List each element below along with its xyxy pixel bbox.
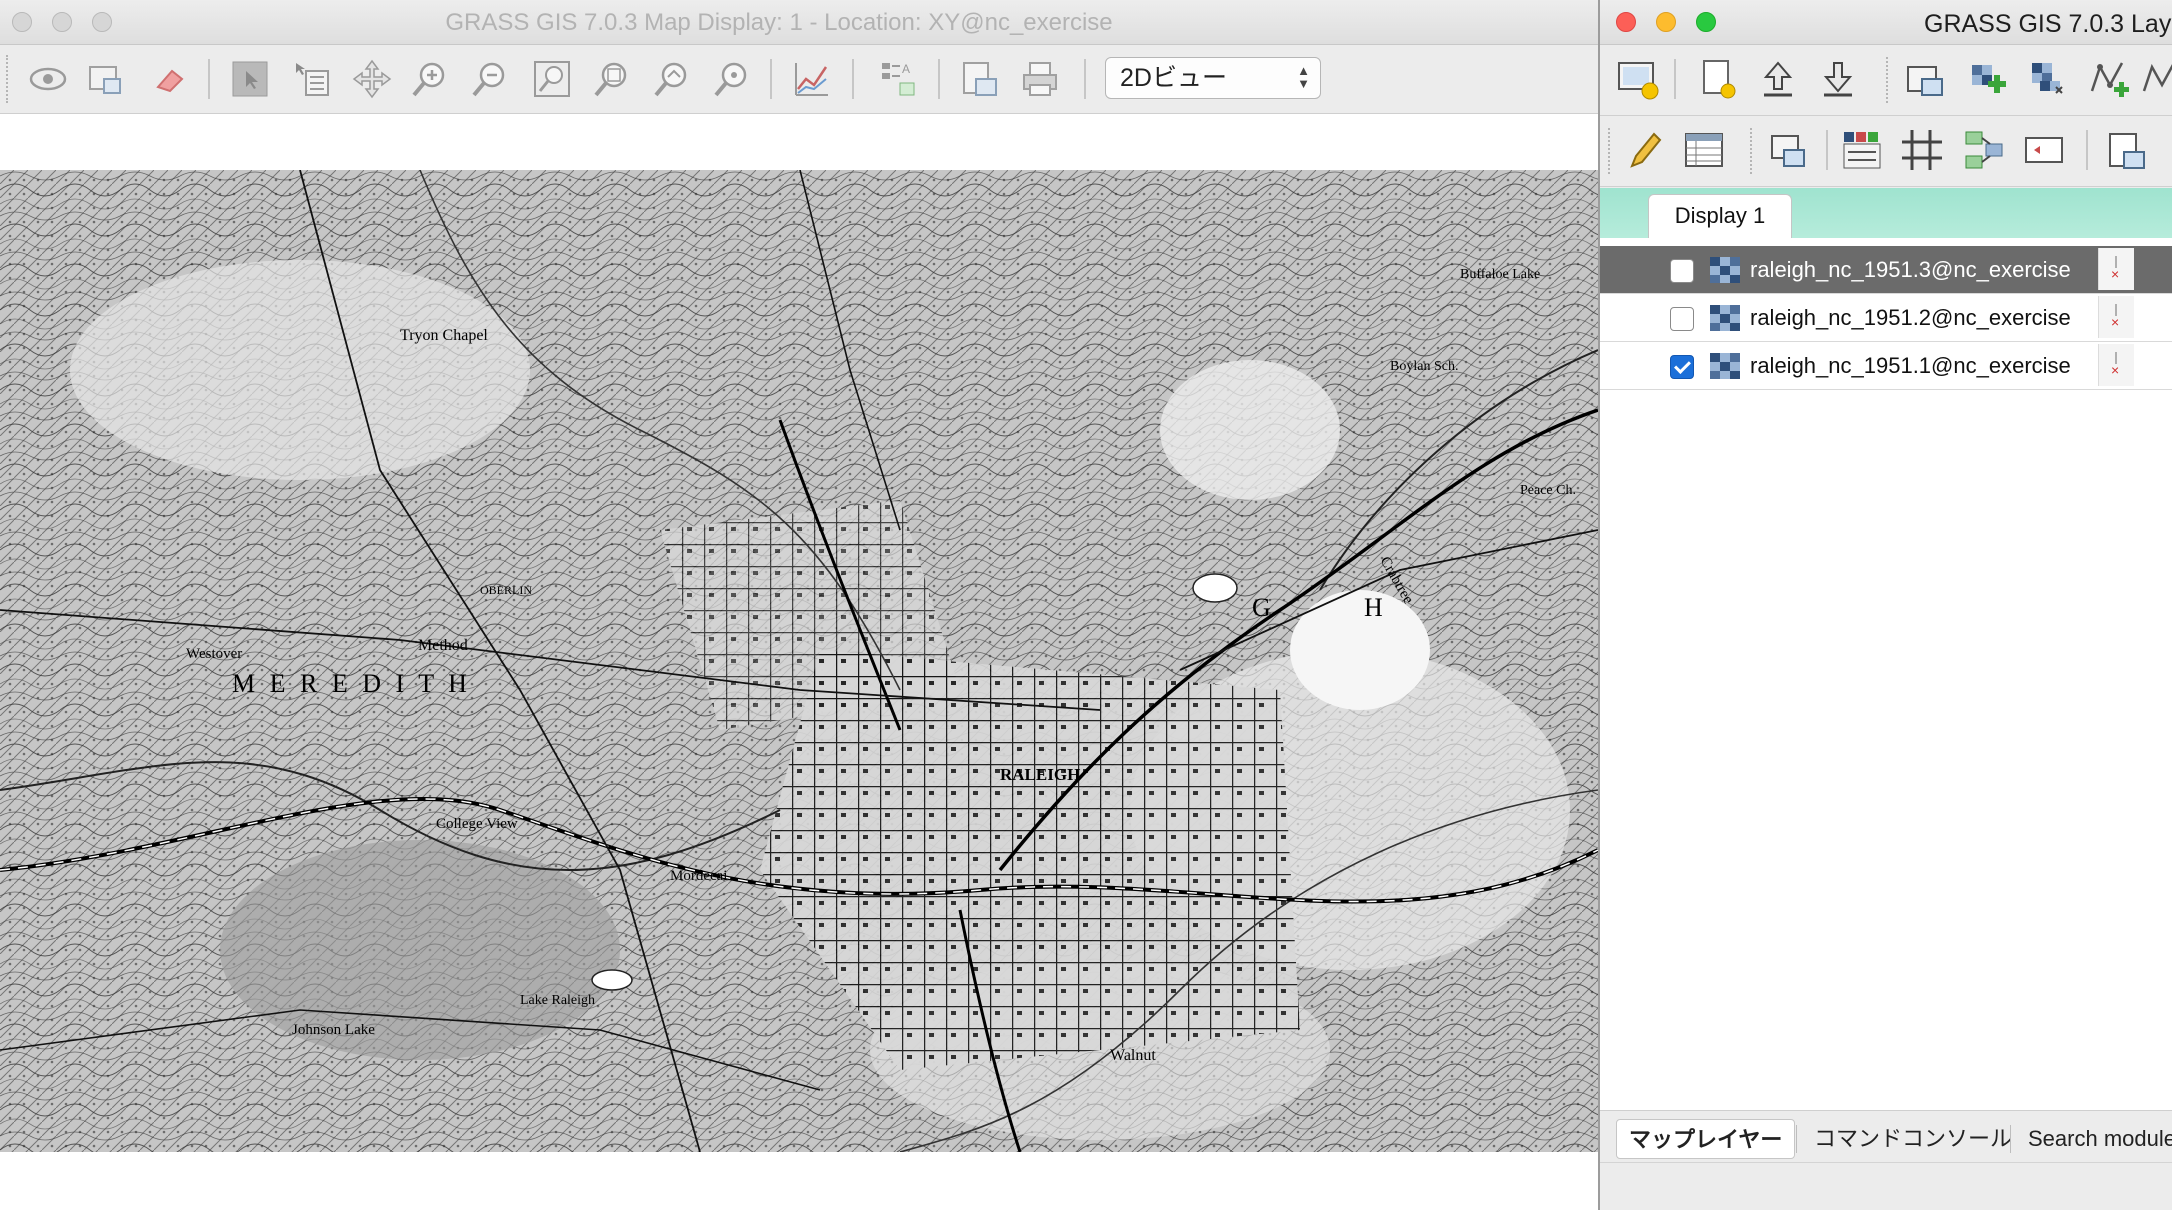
map-label-lake-raleigh: Lake Raleigh (520, 993, 595, 1008)
layer-tree: raleigh_nc_1951.3@nc_exercise raleigh_nc… (1600, 238, 2172, 1110)
map-label-westover: Westover (186, 646, 242, 662)
add-raster-misc-icon[interactable] (2026, 57, 2070, 101)
layer-manager-titlebar: GRASS GIS 7.0.3 Layer Manager (1600, 0, 2172, 45)
map-label-peace-ch: Peace Ch. (1520, 483, 1576, 498)
toolbar-grip[interactable] (1750, 128, 1756, 174)
raster-layer-icon (1710, 353, 1740, 379)
layer-options-icon[interactable] (2098, 296, 2134, 338)
layer-options-icon[interactable] (2098, 248, 2134, 290)
graphical-modeler-icon[interactable] (1962, 128, 2006, 172)
print-icon[interactable] (1018, 57, 1062, 101)
map-label-johnson-lake: Johnson Lake (292, 1022, 375, 1038)
zoom-out-icon[interactable] (468, 57, 512, 101)
topographic-map: M E R E D I T H G H Tryon Chapel Method … (0, 170, 1598, 1152)
map-label-g: G (1252, 593, 1271, 622)
save-image-icon[interactable] (958, 57, 1002, 101)
layer-options-icon[interactable] (2098, 344, 2134, 386)
add-raster-icon[interactable] (1966, 57, 2010, 101)
layer-visibility-checkbox[interactable] (1670, 307, 1694, 331)
window-title: GRASS GIS 7.0.3 Layer Manager (1924, 10, 2172, 38)
grid-icon[interactable] (1900, 128, 1944, 172)
zoom-button[interactable] (1696, 12, 1716, 32)
cartographic-composer-icon[interactable] (2104, 128, 2148, 172)
pointer-icon[interactable] (228, 57, 272, 101)
erase-icon[interactable] (148, 57, 192, 101)
display-map-icon[interactable] (26, 57, 70, 101)
new-workspace-icon[interactable] (1696, 57, 1740, 101)
window-title: GRASS GIS 7.0.3 Map Display: 1 - Locatio… (445, 9, 1113, 36)
zoom-back-icon[interactable] (590, 57, 634, 101)
layer-row[interactable]: raleigh_nc_1951.3@nc_exercise (1600, 246, 2172, 294)
toolbar-grip[interactable] (6, 55, 12, 103)
map-label-raleigh: RALEIGH (1000, 765, 1080, 784)
new-display-icon[interactable] (1616, 57, 1660, 101)
layer-manager-tabs: マップレイヤー コマンドコンソール Search modules (1600, 1110, 2172, 1163)
analyze-icon[interactable] (790, 57, 834, 101)
map-statusbar (0, 1152, 1598, 1210)
layer-visibility-checkbox[interactable] (1670, 259, 1694, 283)
svg-text:A: A (902, 62, 910, 76)
map-toolbar: A 2Dビュー ▲ ▼ (0, 45, 1598, 114)
layer-toolbar-1 (1600, 45, 2172, 116)
zoom-region-icon[interactable] (710, 57, 754, 101)
save-workspace-icon[interactable] (1816, 57, 1860, 101)
toolbar-grip[interactable] (1608, 128, 1614, 174)
toolbar-grip[interactable] (1886, 57, 1892, 103)
open-workspace-icon[interactable] (1756, 57, 1800, 101)
map-label-tryon-chapel: Tryon Chapel (400, 327, 488, 344)
map-label-mordecai: Mordecai (670, 868, 727, 884)
map-display-titlebar: GRASS GIS 7.0.3 Map Display: 1 - Locatio… (0, 0, 1598, 45)
map-label-walnut: Walnut (1110, 1047, 1156, 1064)
add-map-layers-icon[interactable] (1904, 57, 1948, 101)
layer-row[interactable]: raleigh_nc_1951.2@nc_exercise (1600, 294, 2172, 342)
raster-layer-icon (1710, 305, 1740, 331)
overlay-icon[interactable]: A (876, 57, 920, 101)
tab-search-modules[interactable]: Search modules (2016, 1119, 2172, 1159)
tab-map-layers[interactable]: マップレイヤー (1616, 1119, 1796, 1159)
map-label-buffaloe-lake: Buffaloe Lake (1460, 267, 1540, 282)
add-vector-misc-icon[interactable] (2140, 57, 2172, 101)
minimize-button[interactable] (1656, 12, 1676, 32)
map-label-method: Method (418, 637, 468, 654)
tab-display-1[interactable]: Display 1 (1648, 194, 1792, 238)
layer-visibility-checkbox[interactable] (1670, 355, 1694, 379)
raster-map-calculator-icon[interactable] (1840, 128, 1884, 172)
map-label-boylan-sch: Boylan Sch. (1390, 359, 1458, 374)
render-map-icon[interactable] (84, 57, 128, 101)
georectify-icon[interactable] (1766, 128, 1810, 172)
edit-vector-icon[interactable] (1622, 128, 1666, 172)
map-label-meredith: M E R E D I T H (232, 669, 471, 698)
python-shell-icon[interactable] (2022, 128, 2066, 172)
attribute-table-icon[interactable] (1682, 128, 1726, 172)
map-canvas[interactable]: M E R E D I T H G H Tryon Chapel Method … (0, 170, 1598, 1152)
layer-row[interactable]: raleigh_nc_1951.1@nc_exercise (1600, 342, 2172, 390)
raster-layer-icon (1710, 257, 1740, 283)
query-icon[interactable] (290, 57, 334, 101)
layer-toolbar-2 (1600, 116, 2172, 187)
layer-manager-statusbar (1600, 1162, 2172, 1210)
zoom-in-icon[interactable] (408, 57, 452, 101)
layer-name: raleigh_nc_1951.2@nc_exercise (1750, 305, 2071, 330)
view-mode-value: 2Dビュー (1120, 64, 1227, 92)
zoom-menu-icon[interactable] (650, 57, 694, 101)
map-label-college-view: College View (436, 816, 518, 832)
layer-name: raleigh_nc_1951.3@nc_exercise (1750, 257, 2071, 282)
pan-icon[interactable] (350, 57, 394, 101)
select-arrows-icon: ▲ ▼ (1297, 63, 1310, 91)
display-tab-strip: Display 1 (1600, 188, 2172, 239)
zoom-extent-icon[interactable] (530, 57, 574, 101)
tab-command-console[interactable]: コマンドコンソール (1802, 1119, 2024, 1159)
map-label-h: H (1364, 593, 1383, 622)
close-button[interactable] (1616, 12, 1636, 32)
layer-manager-window: GRASS GIS 7.0.3 Layer Manager (1598, 0, 2172, 1210)
add-vector-icon[interactable] (2088, 57, 2132, 101)
map-display-window: GRASS GIS 7.0.3 Map Display: 1 - Locatio… (0, 0, 1598, 1210)
map-label-oberlin: OBERLIN (480, 583, 532, 597)
view-mode-select[interactable]: 2Dビュー ▲ ▼ (1105, 57, 1321, 99)
layer-name: raleigh_nc_1951.1@nc_exercise (1750, 353, 2071, 378)
